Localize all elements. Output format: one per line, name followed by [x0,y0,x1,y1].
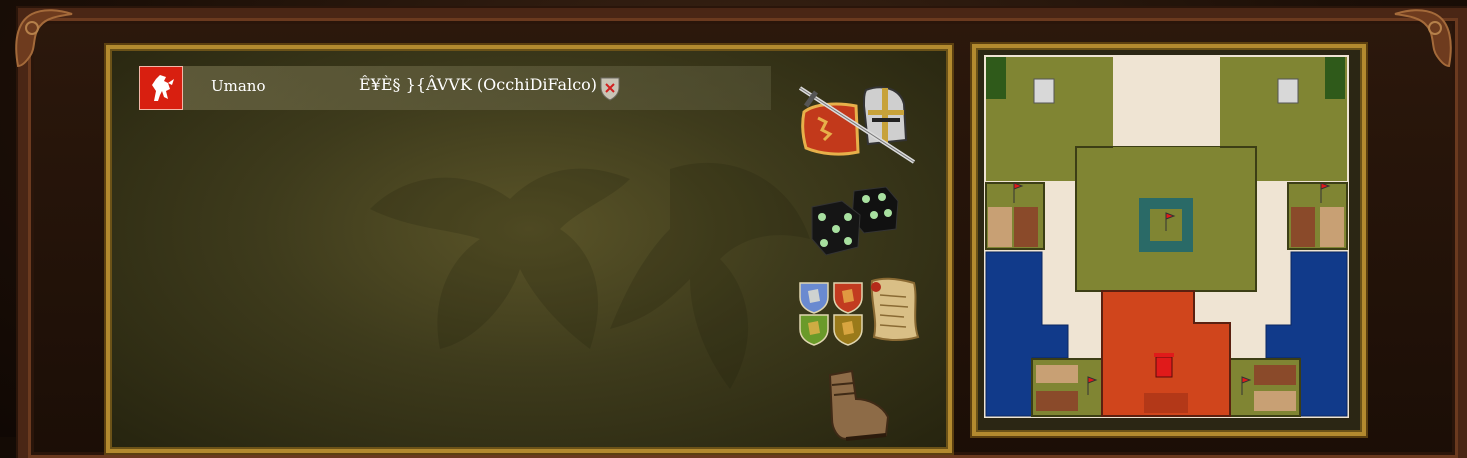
team-shield-icon[interactable] [599,75,621,101]
player-name: Ê¥È§ }{ÂVVK (OcchiDiFalco) [359,75,598,94]
corner-ornament-left-icon [15,9,73,68]
map-preview[interactable] [984,55,1349,418]
player-type-label[interactable]: Umano [211,77,266,95]
lion-rampant-icon [152,75,174,101]
player-row[interactable]: Umano Ê¥È§ }{ÂVVK (OcchiDiFalco) [139,66,771,110]
crossed-sword-helmet-icon[interactable] [796,82,918,168]
player-banner[interactable] [139,66,183,110]
lobby-players-panel: Umano Ê¥È§ }{ÂVVK (OcchiDiFalco) [106,45,952,453]
red-keep-icon [1154,353,1174,378]
team-shields-icon[interactable] [796,277,866,349]
scroll-icon[interactable] [866,275,922,343]
boot-icon[interactable] [816,369,896,449]
corner-ornament-right-icon [1394,9,1452,68]
dice-icon[interactable] [808,185,904,259]
